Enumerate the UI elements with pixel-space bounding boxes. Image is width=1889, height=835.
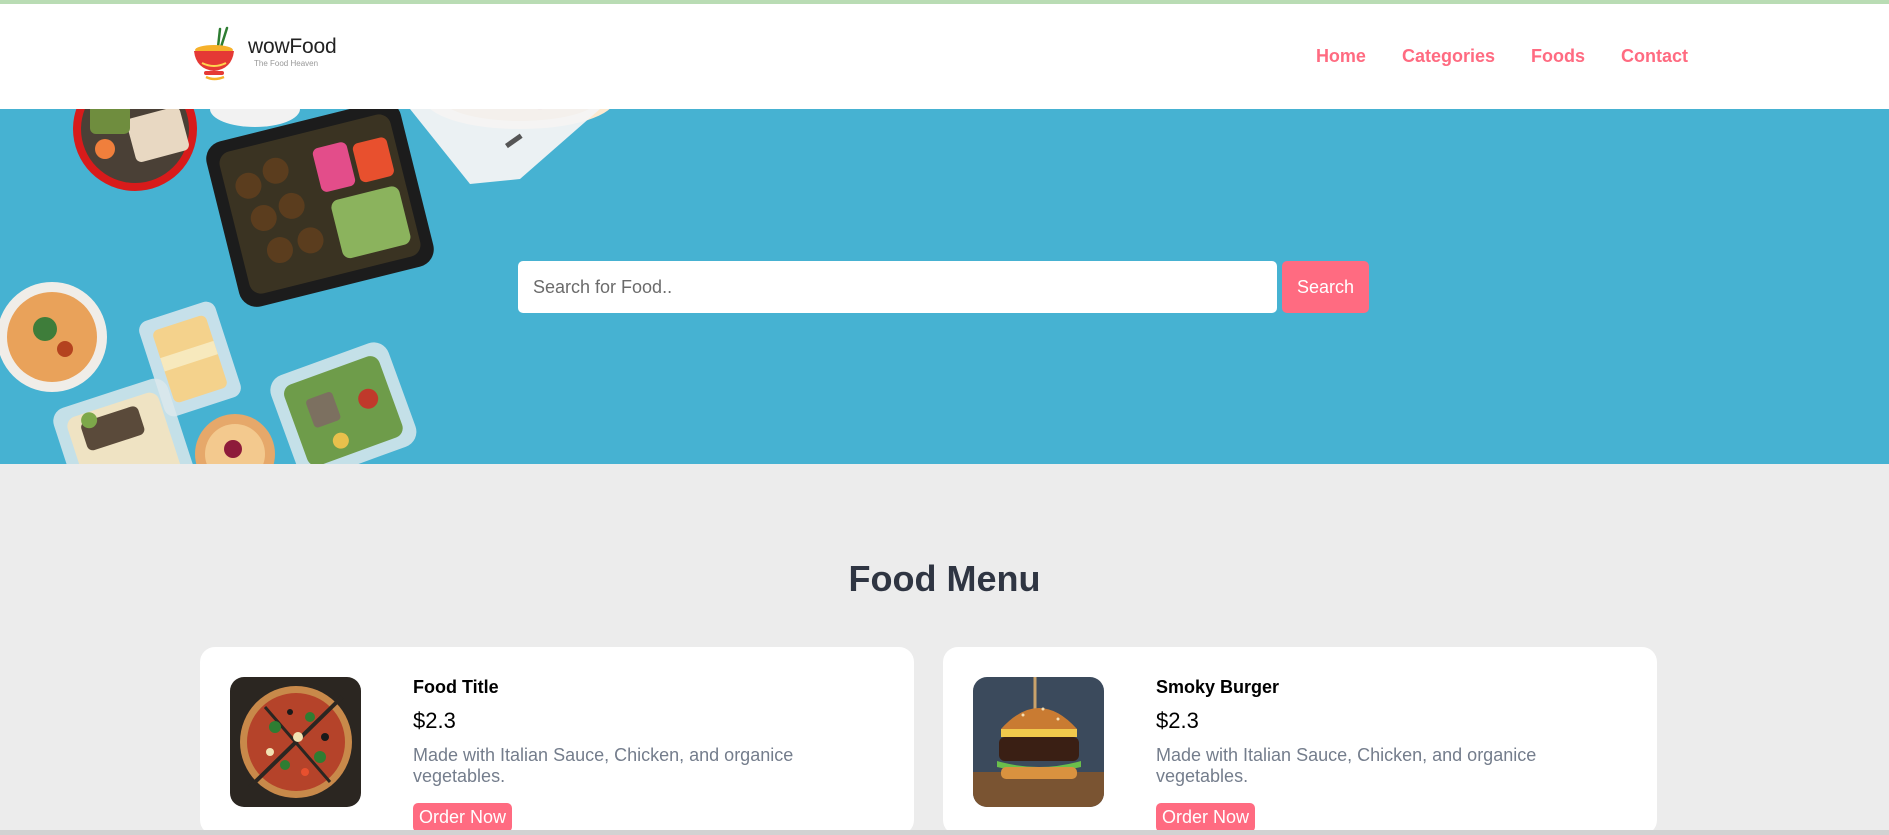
food-title: Smoky Burger: [1156, 677, 1280, 697]
order-now-button[interactable]: Order Now: [413, 803, 513, 832]
food-search-form: Search: [518, 261, 1369, 313]
window-bottom-edge: [0, 830, 1889, 835]
navbar: wowFood The Food Heaven Home Categories …: [0, 4, 1889, 109]
food-bowl-icon: [194, 26, 234, 81]
food-search-input[interactable]: [518, 261, 1277, 313]
food-price: $2.3: [413, 708, 456, 733]
main-menu: Home Categories Foods Contact: [1316, 46, 1688, 67]
brand-name: wowFood: [248, 34, 337, 58]
food-description: Made with Italian Sauce, Chicken, and or…: [1156, 745, 1537, 786]
food-description: Made with Italian Sauce, Chicken, and or…: [413, 745, 794, 786]
nav-link-foods[interactable]: Foods: [1531, 46, 1585, 67]
food-details: Food Title $2.3 Made with Italian Sauce,…: [413, 677, 853, 832]
food-menu-section: Food Menu Food Title $2.3 Made with Ital…: [0, 464, 1889, 835]
search-button[interactable]: Search: [1282, 261, 1369, 313]
food-card: Smoky Burger $2.3 Made with Italian Sauc…: [943, 647, 1657, 835]
nav-link-home[interactable]: Home: [1316, 46, 1366, 67]
hero-search-section: Search: [0, 109, 1889, 464]
food-menu-heading: Food Menu: [848, 558, 1041, 599]
brand-logo[interactable]: wowFood The Food Heaven: [190, 22, 350, 84]
food-card: Food Title $2.3 Made with Italian Sauce,…: [200, 647, 914, 835]
food-image-burger: [973, 677, 1104, 807]
brand-tagline: The Food Heaven: [254, 58, 319, 68]
nav-link-contact[interactable]: Contact: [1621, 46, 1688, 67]
nav-link-categories[interactable]: Categories: [1402, 46, 1495, 67]
food-image-pizza: [230, 677, 361, 807]
food-price: $2.3: [1156, 708, 1199, 733]
food-details: Smoky Burger $2.3 Made with Italian Sauc…: [1156, 677, 1596, 832]
food-title: Food Title: [413, 677, 499, 697]
order-now-button[interactable]: Order Now: [1156, 803, 1256, 832]
